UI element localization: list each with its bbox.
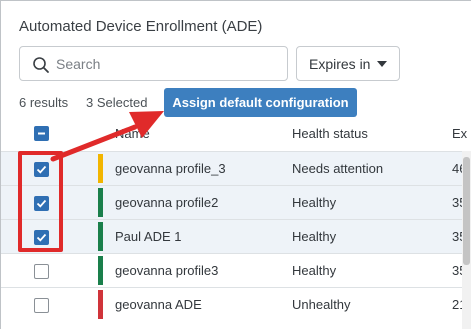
table-row[interactable]: geovanna profile3 Healthy 35 — [1, 253, 471, 287]
column-header-expires[interactable]: Ex — [452, 126, 467, 141]
chevron-down-icon — [377, 61, 387, 67]
assign-default-configuration-button[interactable]: Assign default configuration — [164, 88, 357, 117]
search-placeholder: Search — [56, 56, 101, 72]
table-row[interactable]: Paul ADE 1 Healthy 35 — [1, 219, 471, 253]
row-name[interactable]: geovanna profile2 — [115, 195, 218, 210]
row-name[interactable]: geovanna profile3 — [115, 263, 218, 278]
column-header-name[interactable]: Name — [115, 126, 150, 141]
expires-in-label: Expires in — [309, 56, 371, 72]
minus-icon — [38, 132, 45, 135]
row-health-status: Healthy — [292, 229, 337, 244]
selected-count: 3 Selected — [86, 95, 148, 110]
row-name[interactable]: Paul ADE 1 — [115, 229, 182, 244]
expires-in-dropdown[interactable]: Expires in — [296, 46, 400, 81]
search-input[interactable]: Search — [19, 46, 288, 81]
ade-panel: Automated Device Enrollment (ADE) Search… — [0, 0, 471, 329]
row-checkbox[interactable] — [34, 298, 49, 313]
status-indicator — [98, 290, 103, 319]
status-indicator — [98, 256, 103, 285]
row-checkbox[interactable] — [34, 264, 49, 279]
row-name[interactable]: geovanna ADE — [115, 297, 202, 312]
column-header-health-status[interactable]: Health status — [292, 126, 368, 141]
table-row[interactable]: geovanna ADE Unhealthy 21 — [1, 287, 471, 321]
row-health-status: Healthy — [292, 263, 337, 278]
page-title: Automated Device Enrollment (ADE) — [19, 18, 263, 35]
row-name[interactable]: geovanna profile_3 — [115, 161, 226, 176]
status-indicator — [98, 222, 103, 251]
row-health-status: Unhealthy — [292, 297, 351, 312]
row-health-status: Healthy — [292, 195, 337, 210]
annotation-highlight-box — [18, 151, 63, 252]
select-all-checkbox[interactable] — [34, 126, 49, 141]
table-row[interactable]: geovanna profile2 Healthy 35 — [1, 185, 471, 219]
scrollbar-thumb[interactable] — [463, 157, 470, 265]
status-indicator — [98, 188, 103, 217]
search-icon — [33, 57, 49, 73]
results-count: 6 results — [19, 95, 69, 110]
status-indicator — [98, 154, 103, 183]
table-row[interactable]: geovanna profile_3 Needs attention 46 — [1, 151, 471, 185]
row-health-status: Needs attention — [292, 161, 384, 176]
table-header: Name Health status Ex — [1, 117, 471, 151]
